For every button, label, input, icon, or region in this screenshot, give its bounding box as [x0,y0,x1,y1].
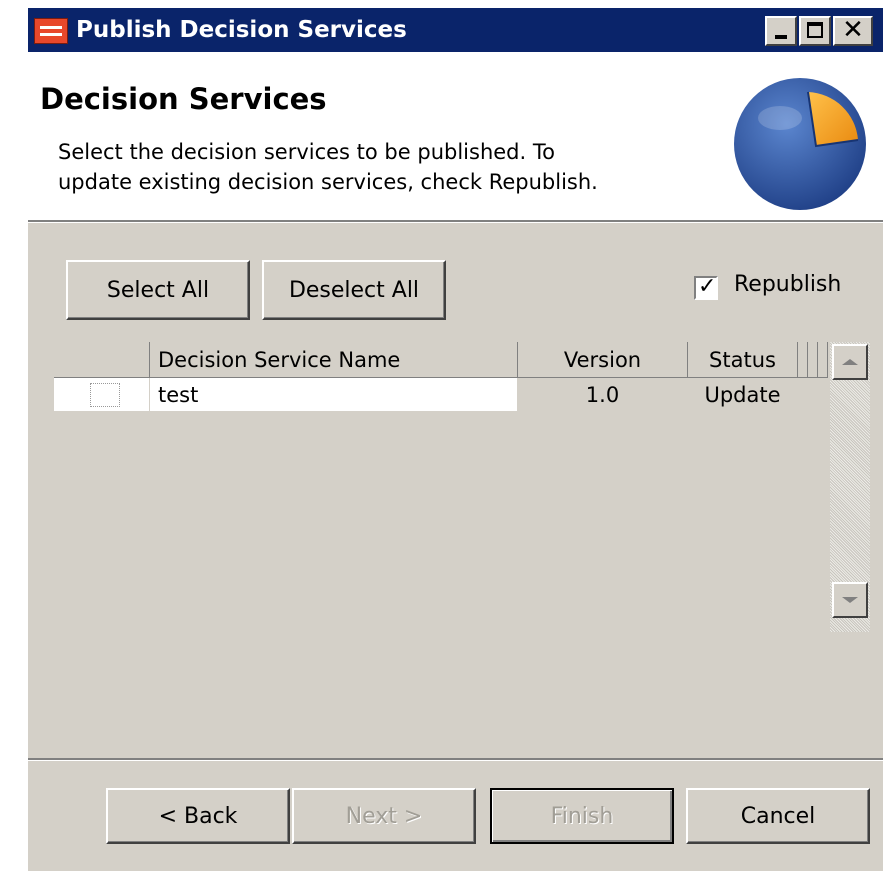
table-cell-version: 1.0 [518,378,688,412]
column-header-version[interactable]: Version [518,342,688,378]
table-cell-name: test [150,378,518,412]
maximize-icon [807,22,823,38]
minimize-button[interactable] [765,16,797,46]
maximize-button[interactable] [799,16,831,46]
title-bar[interactable]: Publish Decision Services ✕ [28,8,883,52]
column-header-status[interactable]: Status [688,342,798,378]
close-button[interactable]: ✕ [833,16,873,46]
table-cell-filler [818,378,828,412]
window-title: Publish Decision Services [76,17,407,43]
table-cell-filler [808,378,818,412]
cancel-button[interactable]: Cancel [686,788,870,844]
table-cell-status: Update [688,378,798,412]
arrow-down-icon [842,597,858,603]
page-description-line2: update existing decision services, check… [58,170,598,194]
republish-label[interactable]: Republish [734,272,841,297]
decision-services-logo-icon [734,78,866,210]
row-checkbox[interactable] [90,383,120,407]
republish-checkbox[interactable]: ✓ [694,274,718,300]
arrow-up-icon [842,359,858,365]
select-all-button[interactable]: Select All [66,260,250,320]
page-title: Decision Services [40,82,327,116]
scroll-down-button[interactable] [832,582,868,618]
column-header-filler [798,342,808,378]
finish-button[interactable]: Finish [490,788,674,844]
table-vertical-scrollbar[interactable] [830,342,870,632]
column-header-filler [818,342,828,378]
column-header-name[interactable]: Decision Service Name [150,342,518,378]
next-button[interactable]: Next > [292,788,476,844]
header-separator [28,220,883,223]
column-header-select[interactable] [54,342,150,378]
decision-services-table: Decision Service Name Version Status tes… [54,342,828,642]
page-description-line1: Select the decision services to be publi… [58,140,555,164]
back-button[interactable]: < Back [106,788,290,844]
footer-separator [28,758,883,761]
publish-decision-services-dialog: Publish Decision Services ✕ Decision Ser… [28,8,883,871]
wizard-header: Decision Services Select the decision se… [28,52,883,220]
table-row[interactable]: test 1.0 Update [54,378,828,412]
scroll-up-button[interactable] [832,344,868,380]
table-cell-select[interactable] [54,378,150,412]
column-header-filler [808,342,818,378]
close-icon: ✕ [842,15,864,45]
deselect-all-button[interactable]: Deselect All [262,260,446,320]
checkmark-icon: ✓ [698,274,717,299]
table-cell-filler [798,378,808,412]
minimize-icon [775,35,787,39]
app-icon [34,18,68,44]
